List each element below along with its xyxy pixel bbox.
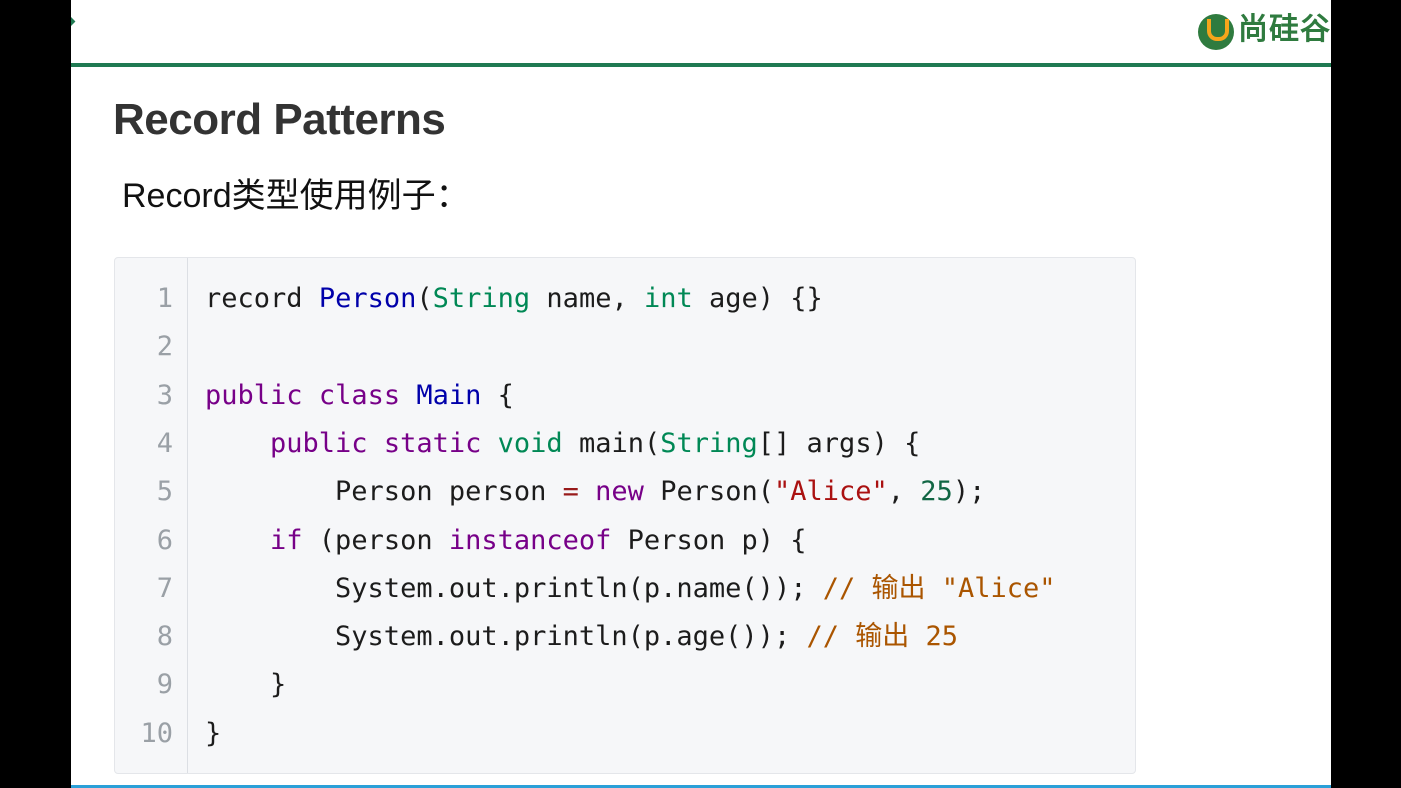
code-token: Person person [205,476,563,508]
line-number: 3 [156,379,173,411]
code-token: class [318,379,401,411]
code-token: ); [952,476,986,508]
slide-title: Record Patterns [113,95,446,144]
line-number: 7 [156,572,173,604]
shangguigu-logo-icon [1198,14,1234,50]
code-line: System.out.println(p.age()); // 输出 25 [205,613,958,661]
code-token: (person [302,524,449,556]
line-number: 2 [156,331,173,363]
code-line: System.out.println(p.name()); // 输出 "Ali… [205,565,1056,613]
code-token: System.out.println(p.name()); [205,572,823,604]
code-token: = [562,476,579,508]
code-line: Person person = new Person("Alice", 25); [205,468,985,516]
code-token: // 输出 25 [806,621,958,653]
code-token: System.out.println(p.age()); [205,621,807,653]
code-line: public class Main { [205,372,514,420]
code-token: 25 [920,476,953,508]
code-token: new [595,476,644,508]
code-token: age) {} [692,283,823,314]
code-token: Person [318,283,417,314]
brand-logo: 尚硅谷 [1198,12,1331,62]
line-number: 10 [140,717,173,749]
code-line: } [205,661,286,709]
code-token: void [497,427,563,459]
line-number-gutter: 1 2 3 4 5 6 7 8 9 10 [115,258,188,773]
code-token: static [383,427,482,459]
code-token: { [481,379,514,411]
code-line: if (person instanceof Person p) { [205,517,807,565]
video-frame: 尚硅谷 Record Patterns Record类型使用例子： 1 2 3 4 5 6… [0,0,1401,788]
code-token: Main [416,379,482,411]
code-token: } [205,717,222,749]
code-token: public [270,427,368,459]
code-token: , [887,476,921,508]
code-line: public static void main(String[] args) { [205,420,920,468]
line-number: 5 [156,476,173,508]
corner-marker-icon [71,16,76,27]
code-token: } [205,669,287,701]
code-line: } [205,710,221,758]
slide: 尚硅谷 Record Patterns Record类型使用例子： 1 2 3 4 5 6… [71,0,1331,788]
code-token: String [660,427,758,459]
code-token: instanceof [448,524,612,556]
code-token: [] args) { [757,427,921,459]
brand-name: 尚硅谷 [1238,12,1331,47]
code-token: String [432,283,531,314]
code-token: public [205,379,303,411]
line-number: 4 [156,427,173,459]
code-token: Person p) { [611,524,807,556]
code-token: ( [416,283,433,314]
code-token: // 输出 "Alice" [822,572,1056,604]
code-line: record Person(String name, int age) {} [205,275,823,323]
slide-subtitle: Record类型使用例子： [122,177,470,215]
code-token: main( [562,427,661,459]
line-number: 1 [156,283,173,314]
line-number: 9 [156,669,173,701]
header-divider [71,63,1331,67]
code-token: Person( [643,476,774,508]
code-token: int [643,283,693,314]
code-token: name, [530,283,644,314]
line-number: 8 [156,621,173,653]
code-token: record [205,283,303,314]
code-block: 1 2 3 4 5 6 7 8 9 10 record Person(String name, i… [114,257,1136,774]
code-token: "Alice" [773,476,888,508]
line-number: 6 [156,524,173,556]
code-token: if [270,524,303,556]
